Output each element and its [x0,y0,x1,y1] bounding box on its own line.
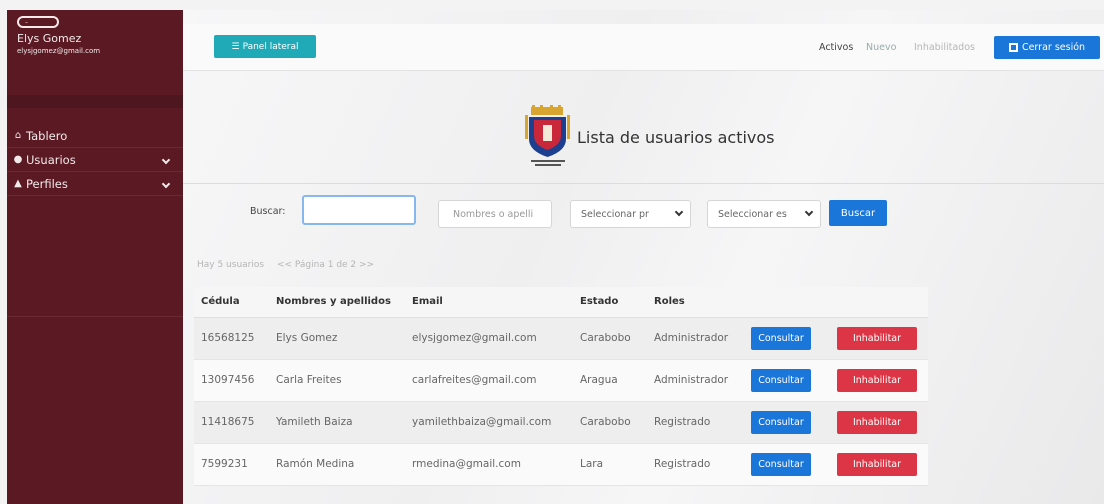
user-email: elysjgomez@gmail.com [17,47,101,55]
consult-button[interactable]: Consultar [751,452,811,476]
cell-name: Elys Gomez [269,317,405,360]
chevron-down-icon [161,155,171,165]
user-icon: ● [13,154,23,165]
chevron-down-icon [804,207,814,217]
user-count: Hay 5 usuarios [197,260,265,270]
cell-disable: Inhabilitar [830,401,928,444]
cell-estado: Aragua [573,359,647,402]
divider [183,183,1104,184]
cell-email: elysjgomez@gmail.com [405,317,573,360]
cell-rol: Registrado [647,401,744,444]
cell-rol: Administrador [647,317,744,360]
cell-disable: Inhabilitar [830,317,928,360]
search-label: Buscar: [250,206,286,217]
header-cedula: Cédula [194,287,269,318]
sidebar-item-tablero[interactable]: ⌂ Tablero [7,124,183,148]
disable-button[interactable]: Inhabilitar [837,410,917,434]
cell-cedula: 11418675 [194,401,269,444]
disable-button[interactable]: Inhabilitar [837,326,917,350]
cell-cedula: 16568125 [194,317,269,360]
nav-activos[interactable]: Activos [819,42,853,53]
users-icon: ▲ [14,178,22,189]
table-row: 7599231 Ramón Medina rmedina@gmail.com L… [194,443,928,486]
cell-consult: Consultar [744,359,830,402]
search-button[interactable]: Buscar [829,200,887,226]
cell-consult: Consultar [744,317,830,360]
disable-button[interactable]: Inhabilitar [837,368,917,392]
search-input[interactable] [302,195,416,225]
sidebar: – Elys Gomez elysjgomez@gmail.com ⌂ Tabl… [7,10,183,504]
cell-consult: Consultar [744,401,830,444]
avatar-toggle-icon[interactable]: – [17,16,59,28]
state-select[interactable]: Seleccionar es [707,200,821,228]
profile-select-value: Seleccionar pr [581,208,649,220]
cell-disable: Inhabilitar [830,359,928,402]
cell-email: carlafreites@gmail.com [405,359,573,402]
main-content: ☰ Panel lateral Activos Nuevo Inhabilita… [183,10,1104,504]
header-nombres: Nombres y apellidos [269,287,405,318]
sidebar-item-label: Perfiles [26,176,68,191]
cell-cedula: 13097456 [194,359,269,402]
sidebar-item-perfiles[interactable]: ▲ Perfiles [7,172,183,196]
panel-lateral-button[interactable]: ☰ Panel lateral [214,35,316,58]
name-filter-input[interactable]: Nombres o apelli [438,200,552,228]
sidebar-divider [7,95,183,108]
pagination[interactable]: << Página 1 de 2 >> [277,260,374,270]
sidebar-item-usuarios[interactable]: ● Usuarios [7,148,183,172]
table-row: 11418675 Yamileth Baiza yamilethbaiza@gm… [194,401,928,444]
cell-name: Yamileth Baiza [269,401,405,444]
cell-name: Ramón Medina [269,443,405,486]
home-icon: ⌂ [14,130,22,141]
nav-inhabilitados[interactable]: Inhabilitados [914,42,975,53]
header-estado: Estado [573,287,647,318]
sidebar-item-label: Usuarios [26,152,76,167]
profile-select[interactable]: Seleccionar pr [570,200,691,228]
cell-estado: Lara [573,443,647,486]
chevron-down-icon [674,207,684,217]
cell-estado: Carabobo [573,401,647,444]
header-email: Email [405,287,573,318]
cell-email: rmedina@gmail.com [405,443,573,486]
cell-estado: Carabobo [573,317,647,360]
table-row: 16568125 Elys Gomez elysjgomez@gmail.com… [194,317,928,360]
user-name: Elys Gomez [17,32,82,45]
page-title: Lista de usuarios activos [577,128,775,147]
state-select-value: Seleccionar es [718,208,787,220]
nav-nuevo[interactable]: Nuevo [866,42,896,53]
table-header: Cédula Nombres y apellidos Email Estado … [194,287,928,318]
table-row: 13097456 Carla Freites carlafreites@gmai… [194,359,928,402]
sidebar-item-label: Tablero [26,128,68,143]
results-summary: Hay 5 usuarios << Página 1 de 2 >> [197,260,384,270]
user-box: – Elys Gomez elysjgomez@gmail.com [7,10,183,95]
logout-icon [1008,43,1018,52]
consult-button[interactable]: Consultar [751,326,811,350]
university-logo [525,105,570,166]
cell-disable: Inhabilitar [830,443,928,486]
cell-consult: Consultar [744,443,830,486]
header-disable [830,287,928,318]
cell-rol: Registrado [647,443,744,486]
consult-button[interactable]: Consultar [751,410,811,434]
users-table: Cédula Nombres y apellidos Email Estado … [194,287,928,486]
cell-cedula: 7599231 [194,443,269,486]
sidebar-toggle-icon: ☰ [231,41,240,52]
panel-lateral-label: Panel lateral [242,41,299,52]
logout-label: Cerrar sesión [1021,42,1086,53]
header-roles: Roles [647,287,744,318]
header-consult [744,287,830,318]
logout-button[interactable]: Cerrar sesión [994,36,1100,59]
cell-name: Carla Freites [269,359,405,402]
cell-rol: Administrador [647,359,744,402]
consult-button[interactable]: Consultar [751,368,811,392]
sidebar-divider [7,316,183,317]
cell-email: yamilethbaiza@gmail.com [405,401,573,444]
chevron-down-icon [161,179,171,189]
top-navbar: ☰ Panel lateral Activos Nuevo Inhabilita… [183,24,1104,71]
disable-button[interactable]: Inhabilitar [837,452,917,476]
